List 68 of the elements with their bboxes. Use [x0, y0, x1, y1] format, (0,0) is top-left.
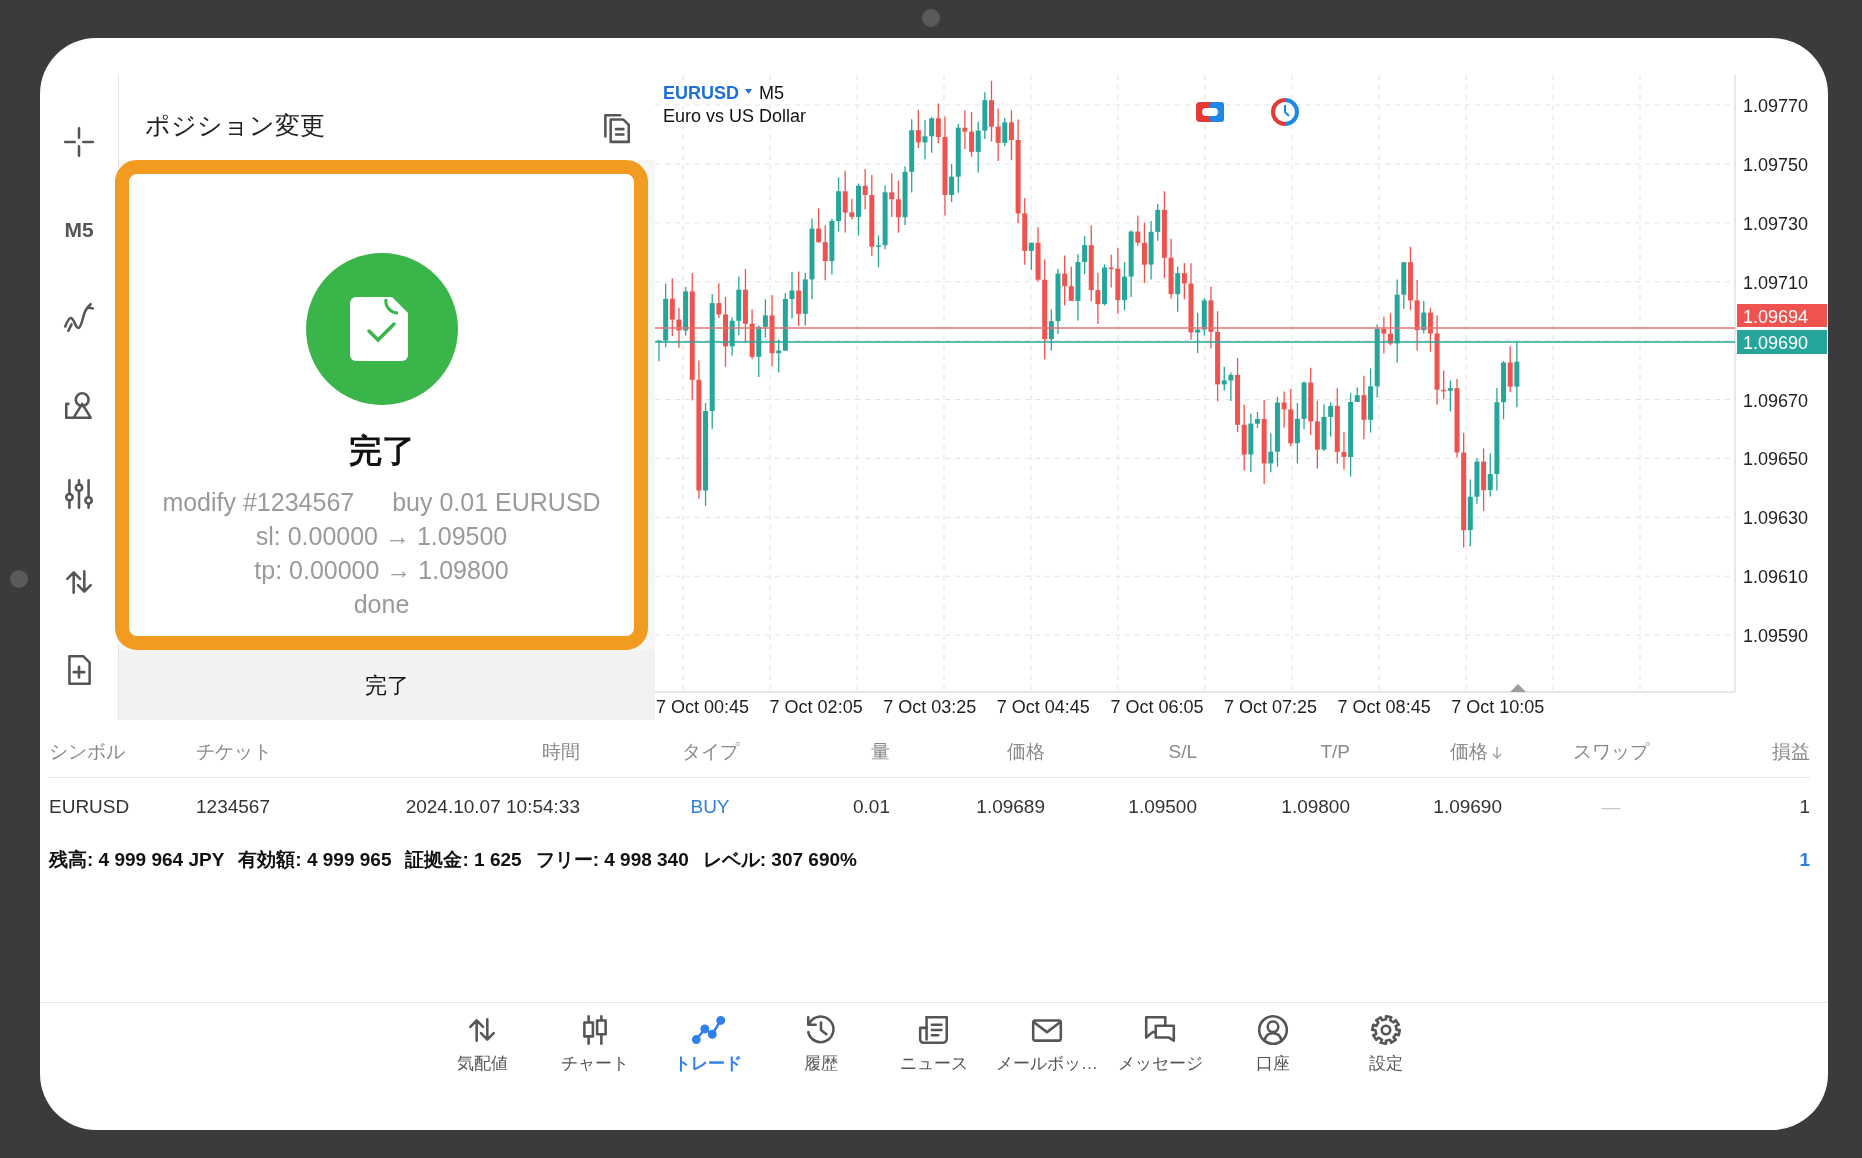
time-axis-label: 7 Oct 00:45 [656, 697, 750, 717]
nav-tab[interactable]: チャート [538, 1013, 652, 1130]
price-axis-label: 1.09650 [1743, 449, 1809, 470]
nav-tab[interactable]: 気配値 [425, 1013, 539, 1130]
time-axis-label: 7 Oct 10:05 [1451, 697, 1545, 717]
table-cell-text: EURUSD [49, 794, 130, 819]
total-profit: 1 [1799, 847, 1810, 872]
status-title: 完了 [348, 431, 415, 471]
account-summary-item: 残高: 4 999 964 JPY [49, 847, 225, 872]
column-header[interactable]: 価格 [1450, 738, 1502, 767]
account-summary-item: 有効額: 4 999 965 [238, 847, 392, 872]
table-cell-text: 1.09690 [1433, 794, 1502, 819]
nav-tab[interactable]: メールボッ… [990, 1013, 1104, 1130]
column-header[interactable]: チケット [196, 738, 272, 767]
price-axis-label: 1.09770 [1743, 96, 1809, 116]
nav-tab[interactable]: 設定 [1329, 1013, 1443, 1130]
price-axis-label: 1.09590 [1743, 626, 1809, 647]
price-axis-label: 1.09610 [1743, 567, 1809, 588]
time-axis-label: 7 Oct 02:05 [769, 697, 863, 717]
account-summary-item: レベル: 307 690% [702, 847, 857, 872]
account-summary-item: フリー: 4 998 340 [535, 847, 689, 872]
table-cell-text: 1.09800 [1281, 794, 1350, 819]
nav-tab[interactable]: ニュース [877, 1013, 991, 1130]
ask-price-tag: 1.09694 [1737, 304, 1827, 327]
table-cell-text: 1.09689 [976, 794, 1045, 819]
price-axis-label: 1.09630 [1743, 508, 1809, 529]
symbol-description: Euro vs US Dollar [663, 106, 807, 126]
column-header[interactable]: タイプ [681, 738, 739, 767]
nav-tab[interactable]: 履歴 [764, 1013, 878, 1130]
result-text: modify #1234567 [162, 487, 355, 518]
price-axis-label: 1.09710 [1743, 272, 1809, 293]
table-cell-text: 1 [1799, 794, 1810, 819]
price-axis-label: 1.09750 [1743, 154, 1809, 175]
price-axis-label: 1.09670 [1743, 390, 1809, 411]
result-text: sl: 0.00000 → 1.09500 [255, 521, 508, 552]
column-header[interactable]: 損益 [1772, 738, 1810, 767]
table-cell-text: 1234567 [196, 794, 270, 819]
table-cell-text: BUY [690, 794, 730, 819]
table-cell-text: 1.09500 [1128, 794, 1197, 819]
dialog-title: ポジション変更 [145, 109, 325, 141]
column-header[interactable]: 時間 [542, 738, 580, 767]
time-axis-label: 7 Oct 06:05 [1110, 697, 1204, 717]
nav-tab[interactable]: 口座 [1216, 1013, 1330, 1130]
result-text: buy 0.01 EURUSD [392, 487, 601, 518]
column-header[interactable]: スワップ [1573, 738, 1649, 767]
chart-timeframe: M5 [759, 83, 785, 103]
table-cell-text: 0.01 [853, 794, 890, 819]
symbol-selector[interactable]: EURUSD [663, 83, 739, 103]
time-axis-label: 7 Oct 03:25 [883, 697, 977, 717]
price-axis-label: 1.09730 [1743, 213, 1809, 234]
result-text: done [353, 589, 410, 620]
result-text: tp: 0.00000 → 1.09800 [254, 555, 509, 586]
nav-tab[interactable]: トレード [651, 1013, 765, 1130]
done-button[interactable]: 完了 [119, 650, 655, 720]
column-header[interactable]: T/P [1320, 738, 1350, 767]
column-header[interactable]: シンボル [49, 738, 125, 767]
nav-tab[interactable]: メッセージ [1103, 1013, 1217, 1130]
column-header[interactable]: 価格 [1007, 738, 1045, 767]
bid-price-tag: 1.09690 [1737, 330, 1827, 354]
column-header[interactable]: S/L [1168, 738, 1197, 767]
timeframe-button[interactable]: M5 [64, 214, 94, 246]
time-axis-label: 7 Oct 07:25 [1224, 697, 1318, 717]
table-cell-text: 2024.10.07 10:54:33 [405, 794, 580, 819]
column-header[interactable]: 量 [871, 738, 890, 767]
time-axis-label: 7 Oct 04:45 [996, 697, 1090, 717]
time-axis-label: 7 Oct 08:45 [1337, 697, 1431, 717]
account-summary-item: 証拠金: 1 625 [405, 847, 522, 872]
table-cell-text: — [1601, 794, 1621, 819]
